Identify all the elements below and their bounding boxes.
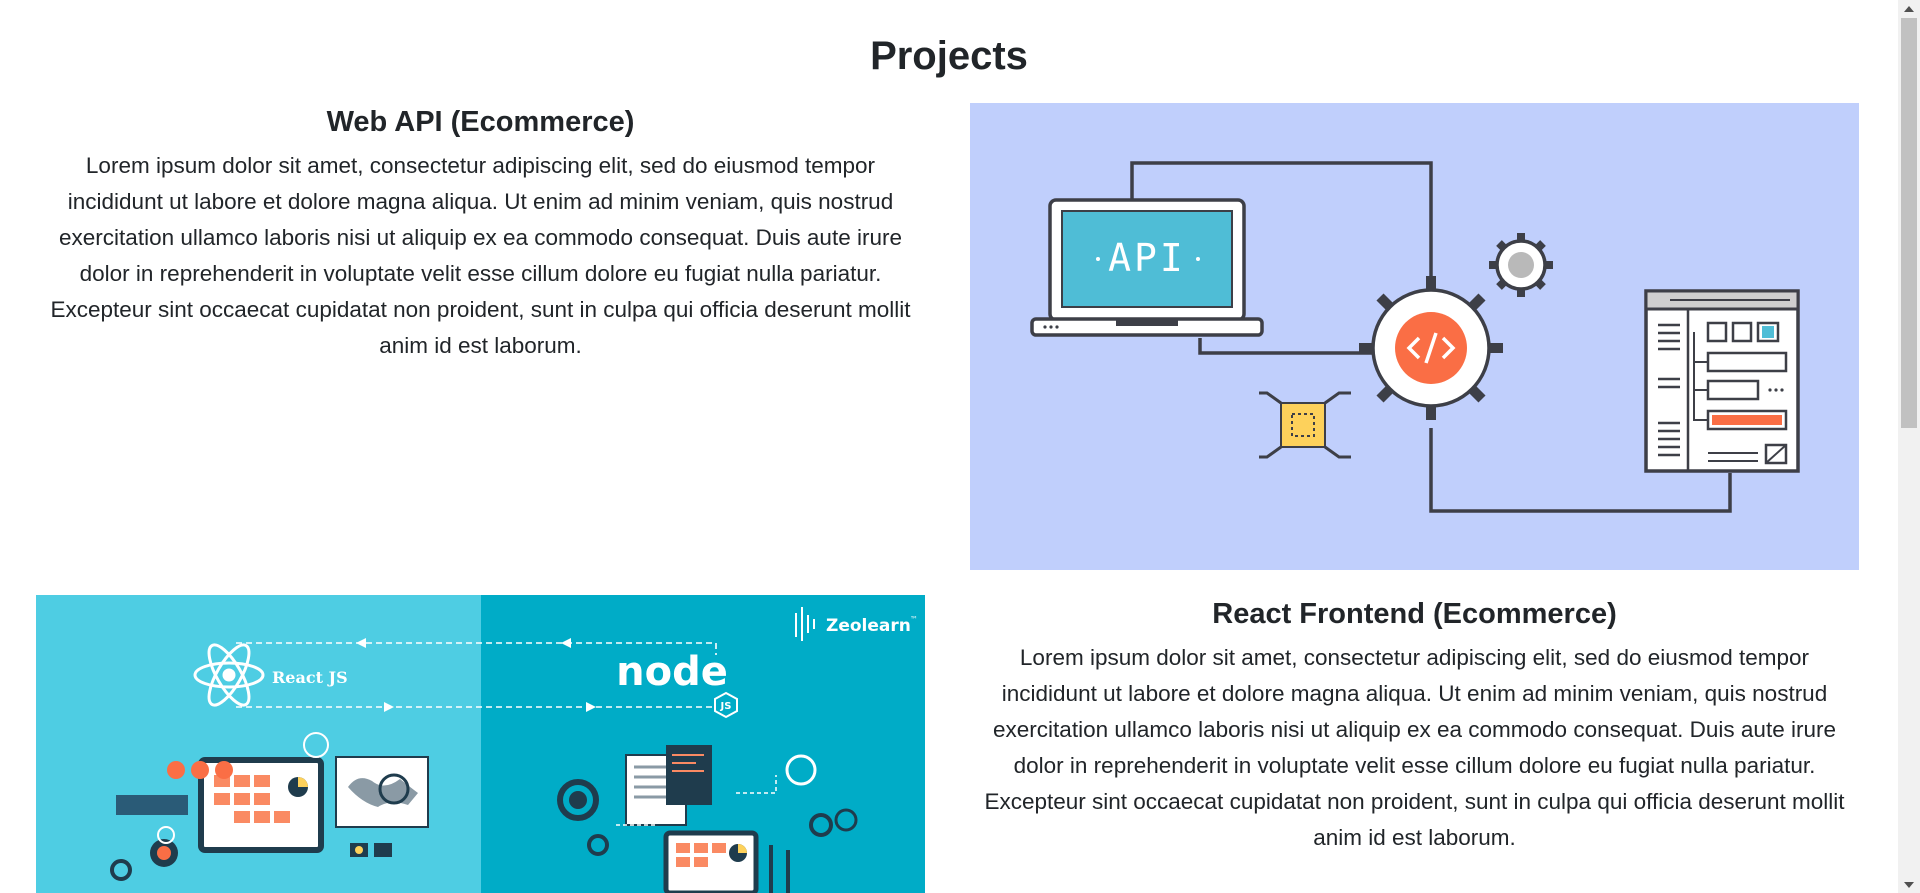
page-title: Projects — [870, 34, 1028, 78]
project-web-api-text: Web API (Ecommerce) Lorem ipsum dolor si… — [36, 102, 925, 364]
scroll-down-button[interactable] — [1898, 876, 1920, 893]
project-description: Lorem ipsum dolor sit amet, consectetur … — [50, 153, 911, 358]
zeolearn-brand: Zeolearn — [826, 616, 911, 636]
chip-icon — [1259, 391, 1351, 459]
zeolearn-trademark: ™ — [910, 615, 918, 624]
project-description: Lorem ipsum dolor sit amet, consectetur … — [984, 645, 1845, 850]
web-api-illustration: API — [970, 103, 1859, 570]
api-screen-text: API — [1108, 236, 1186, 280]
project-react-frontend-text: React Frontend (Ecommerce) Lorem ipsum d… — [970, 594, 1859, 856]
react-node-illustration: React JS node JS Zeolearn ™ — [36, 595, 925, 893]
scroll-up-button[interactable] — [1898, 0, 1920, 17]
code-gear-icon — [1359, 276, 1503, 420]
project-title: Web API (Ecommerce) — [326, 106, 635, 138]
react-js-label: React JS — [272, 668, 348, 687]
node-logo-text: node — [616, 649, 728, 695]
web-page-icon — [1644, 289, 1800, 473]
scrollbar-thumb[interactable] — [1901, 18, 1917, 428]
arrow-down-icon — [1904, 881, 1914, 888]
arrow-up-icon — [1904, 5, 1914, 12]
small-gear-icon — [1489, 233, 1553, 297]
node-js-badge: JS — [720, 701, 732, 712]
projects-page: Projects Web API (Ecommerce) Lorem ipsum… — [0, 0, 1898, 893]
vertical-scrollbar[interactable] — [1898, 0, 1920, 893]
project-title: React Frontend (Ecommerce) — [1212, 598, 1617, 630]
laptop-icon: API — [1030, 198, 1264, 337]
